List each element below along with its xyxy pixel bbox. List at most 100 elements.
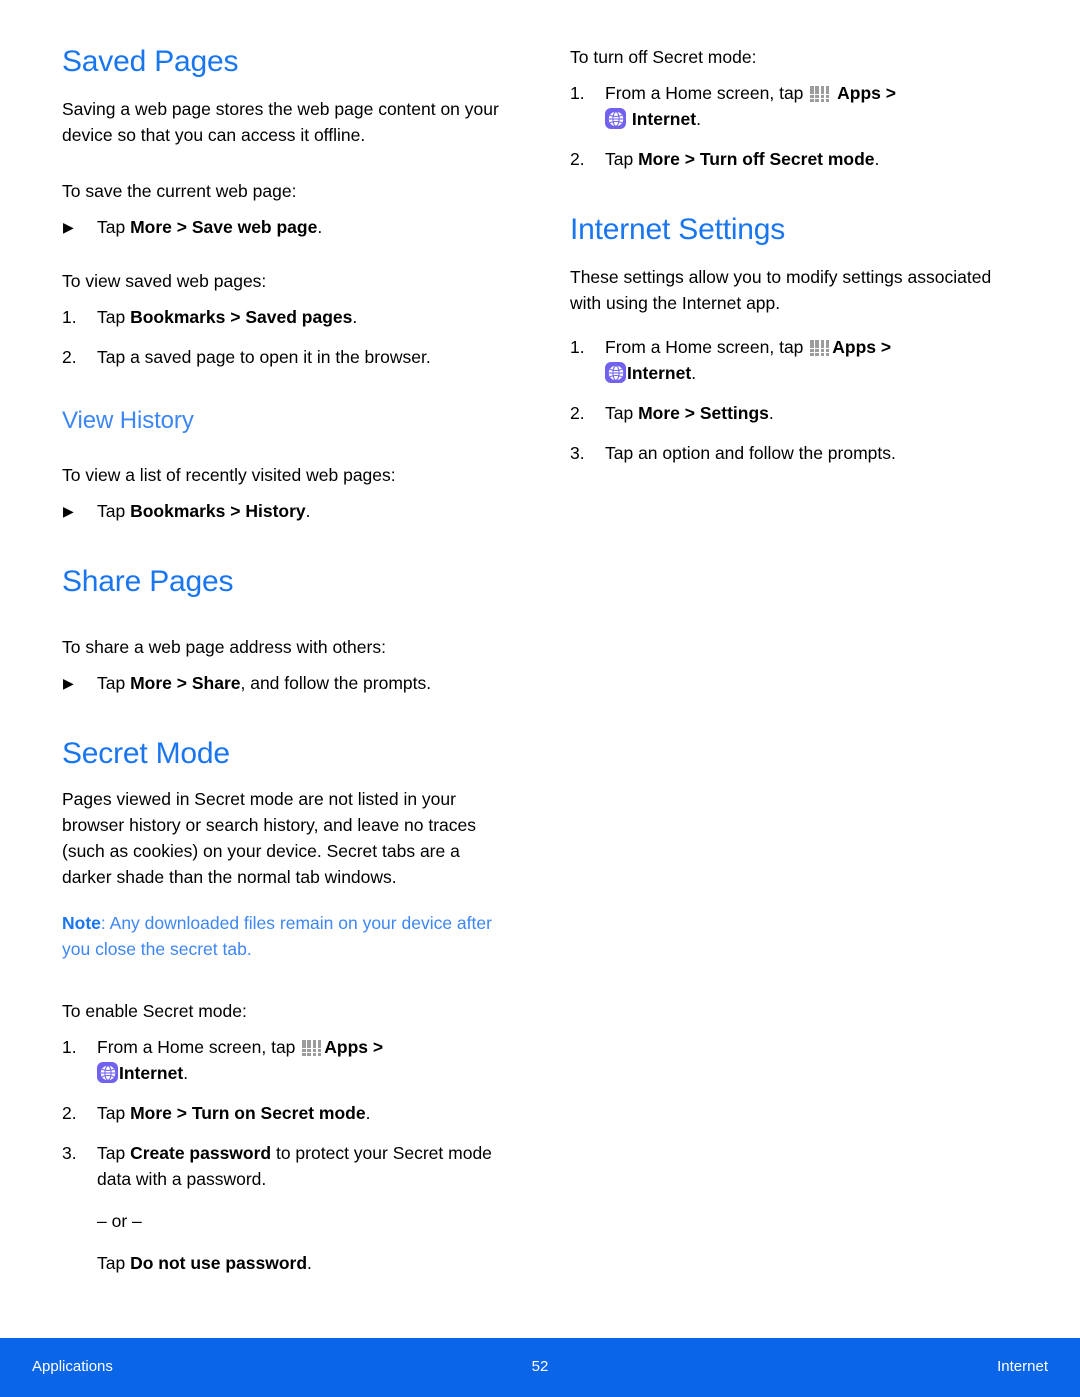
list-item-text: From a Home screen, tap Apps > Internet. xyxy=(605,83,896,129)
apps-grid-icon xyxy=(809,85,831,103)
text-bold-2: History xyxy=(245,501,306,521)
or-separator: – or – xyxy=(97,1211,142,1231)
list-item: ▶ Tap More > Share, and follow the promp… xyxy=(62,670,512,696)
list-item-text: Tap More > Share, and follow the prompts… xyxy=(97,673,431,693)
text-mid: > xyxy=(225,307,246,327)
text-bold-2: Saved pages xyxy=(245,307,353,327)
triangle-bullet-icon: ▶ xyxy=(63,503,74,519)
right-column: To turn off Secret mode: 1. From a Home … xyxy=(570,44,1020,466)
text-bold-1: Do not use password xyxy=(130,1253,308,1273)
list-marker: 1. xyxy=(570,83,585,103)
text-post: . xyxy=(691,363,697,383)
secret-mode-lead: To enable Secret mode: xyxy=(62,1001,247,1021)
text-post: . xyxy=(305,501,311,521)
text-bold-2: Turn on Secret mode xyxy=(191,1103,366,1123)
text-post: . xyxy=(768,403,774,423)
list-item-text: Tap More > Save web page. xyxy=(97,217,322,237)
heading-internet-settings: Internet Settings xyxy=(570,213,786,246)
internet-label: Internet xyxy=(627,363,692,383)
text-sep: > xyxy=(880,83,896,103)
text-post: . xyxy=(307,1253,312,1273)
text-post: . xyxy=(696,109,701,129)
text-pre: Tap xyxy=(97,217,131,237)
list-item-text: Tap an option and follow the prompts. xyxy=(605,443,896,463)
list-item-text: From a Home screen, tap Apps > Internet. xyxy=(97,1037,383,1083)
heading-share-pages: Share Pages xyxy=(62,565,234,598)
note-label: Note xyxy=(62,913,101,933)
list-item-text: Tap More > Turn on Secret mode. xyxy=(97,1103,370,1123)
list-item-text: Tap a saved page to open it in the brows… xyxy=(97,347,431,367)
internet-label: Internet xyxy=(119,1063,184,1083)
list-item: 1. From a Home screen, tap Apps > Intern… xyxy=(570,80,1020,132)
list-marker: 3. xyxy=(62,1143,77,1163)
apps-grid-icon xyxy=(809,339,831,357)
text-bold-1: Create password xyxy=(130,1143,272,1163)
text-bold-2: Settings xyxy=(699,403,769,423)
apps-grid-icon xyxy=(301,1039,323,1057)
turn-off-secret-lead: To turn off Secret mode: xyxy=(570,47,757,67)
text-sep: > xyxy=(368,1037,384,1057)
text-post: . xyxy=(352,307,358,327)
list-item-text: Tap Create password to protect your Secr… xyxy=(97,1143,492,1189)
secret-mode-intro: Pages viewed in Secret mode are not list… xyxy=(62,789,477,887)
left-column: Saved Pages Saving a web page stores the… xyxy=(62,44,512,1276)
view-history-lead: To view a list of recently visited web p… xyxy=(62,465,396,485)
list-item: ▶ Tap Bookmarks > History. xyxy=(62,498,512,524)
list-item: 2. Tap More > Turn on Secret mode. xyxy=(62,1100,512,1126)
list-marker: 1. xyxy=(62,1037,77,1057)
apps-label: Apps xyxy=(324,1037,369,1057)
list-marker: 3. xyxy=(570,443,585,463)
heading-saved-pages: Saved Pages xyxy=(62,45,239,78)
triangle-bullet-icon: ▶ xyxy=(63,219,74,235)
list-item: 1. Tap Bookmarks > Saved pages. xyxy=(62,304,512,330)
text-sep: > xyxy=(876,337,892,357)
text-bold-1: More xyxy=(130,217,172,237)
text-pre: Tap xyxy=(97,1103,131,1123)
text-bold-2: Share xyxy=(191,673,241,693)
text-pre: Tap xyxy=(97,673,131,693)
text-bold-1: More xyxy=(638,403,680,423)
text-bold-1: More xyxy=(130,1103,172,1123)
list-marker: 2. xyxy=(62,1103,77,1123)
text-pre: From a Home screen, tap xyxy=(605,337,809,357)
text-pre: From a Home screen, tap xyxy=(605,83,809,103)
text-mid: > xyxy=(171,673,192,693)
list-marker: 2. xyxy=(62,347,77,367)
list-item: 2. Tap a saved page to open it in the br… xyxy=(62,344,512,370)
list-item: 1. From a Home screen, tap Apps > Intern… xyxy=(62,1034,512,1086)
heading-secret-mode: Secret Mode xyxy=(62,737,230,770)
text-mid: > xyxy=(225,501,246,521)
footer-page-number: 52 xyxy=(531,1358,549,1375)
manual-page: Saved Pages Saving a web page stores the… xyxy=(0,0,1080,1397)
heading-view-history: View History xyxy=(62,407,194,434)
list-marker: 1. xyxy=(570,337,585,357)
saved-pages-intro: Saving a web page stores the web page co… xyxy=(62,99,499,145)
triangle-bullet-icon: ▶ xyxy=(63,675,74,691)
internet-globe-icon xyxy=(605,362,626,383)
list-item: 3. Tap an option and follow the prompts. xyxy=(570,440,1020,466)
list-item-text: From a Home screen, tap Apps > Internet. xyxy=(605,337,891,383)
footer-chapter-label: Internet xyxy=(997,1358,1048,1375)
list-item-text: Tap Bookmarks > Saved pages. xyxy=(97,307,357,327)
text-mid: > xyxy=(171,217,192,237)
text-bold-1: More xyxy=(638,149,680,169)
text-pre: Tap xyxy=(605,403,639,423)
share-pages-lead: To share a web page address with others: xyxy=(62,637,386,657)
internet-globe-icon xyxy=(97,1062,118,1083)
secret-mode-note: Note: Any downloaded files remain on you… xyxy=(62,910,512,962)
list-item: 1. From a Home screen, tap Apps > Intern… xyxy=(570,334,1020,386)
list-marker: 1. xyxy=(62,307,77,327)
page-footer: Applications 52 Internet xyxy=(0,1338,1080,1397)
alt-instruction: Tap Do not use password. xyxy=(62,1250,512,1276)
text-pre: Tap xyxy=(605,149,639,169)
text-mid: > xyxy=(679,149,700,169)
text-mid: > xyxy=(679,403,700,423)
text-bold-1: More xyxy=(130,673,172,693)
text-mid: > xyxy=(171,1103,192,1123)
text-pre: Tap xyxy=(97,307,131,327)
internet-label: Internet xyxy=(631,109,697,129)
list-item-text: Tap Bookmarks > History. xyxy=(97,501,311,521)
text-bold-1: Bookmarks xyxy=(130,307,226,327)
list-item: 2. Tap More > Settings. xyxy=(570,400,1020,426)
list-item: ▶ Tap More > Save web page. xyxy=(62,214,512,240)
